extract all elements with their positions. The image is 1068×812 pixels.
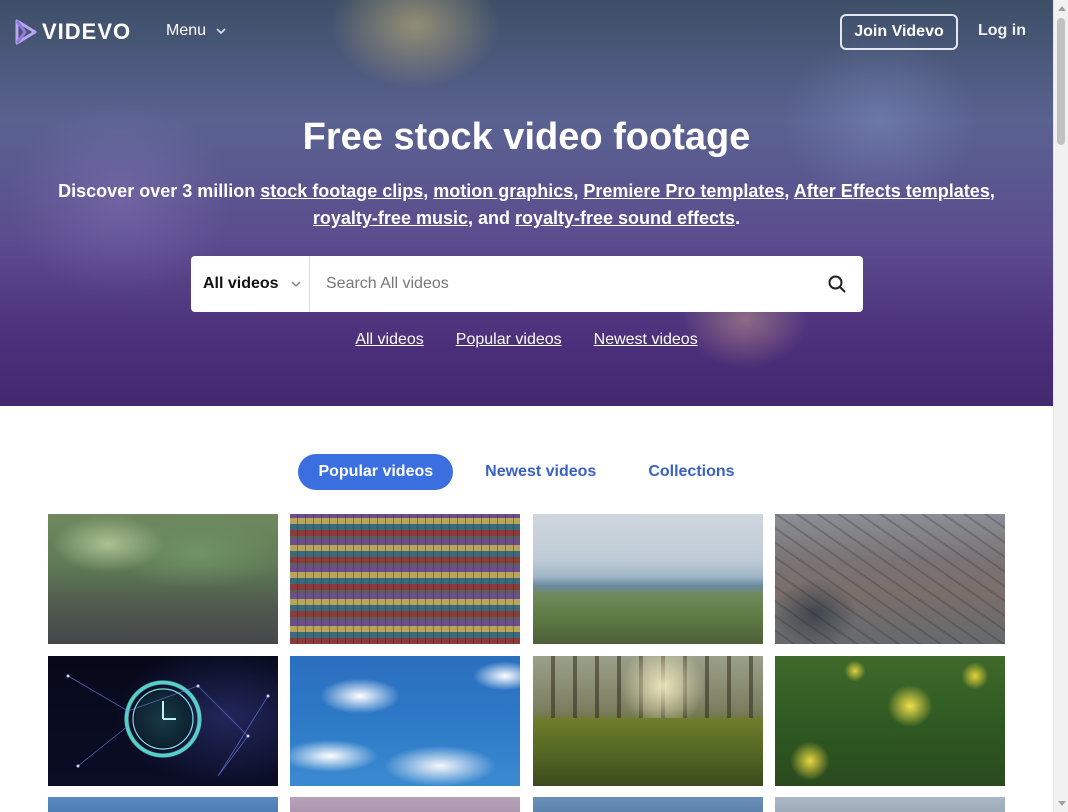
period: . — [735, 208, 741, 228]
sound-effects-link[interactable]: royalty-free sound effects — [515, 208, 735, 228]
clock-icon — [66, 674, 270, 777]
quick-link-all-videos[interactable]: All videos — [355, 331, 423, 349]
quick-links: All videos Popular videos Newest videos — [0, 331, 1053, 349]
search-category-value: All videos — [203, 275, 279, 292]
video-thumbnail-city-aerial[interactable] — [775, 514, 1005, 644]
video-thumbnail-coastline[interactable] — [533, 514, 763, 644]
separator-and: , and — [467, 208, 515, 228]
video-thumbnail-clock[interactable] — [48, 656, 278, 786]
hero-subtitle: Discover over 3 million stock footage cl… — [30, 178, 1023, 232]
royalty-free-music-link[interactable]: royalty-free music — [313, 208, 468, 228]
separator: , — [784, 181, 794, 201]
tab-newest-videos[interactable]: Newest videos — [465, 454, 616, 490]
search-bar: All videos — [191, 256, 863, 312]
page: VIDEVO Menu Join Videvo Log in Free stoc… — [0, 0, 1053, 812]
video-tabs: Popular videos Newest videos Collections — [0, 454, 1053, 490]
hero-title: Free stock video footage — [302, 116, 751, 158]
logo-text: VIDEVO — [42, 19, 132, 44]
menu-label: Menu — [166, 22, 207, 39]
video-thumbnail-containers[interactable] — [290, 514, 520, 644]
video-thumbnail-row3-1[interactable] — [48, 797, 278, 812]
search-category-select[interactable]: All videos — [191, 256, 310, 312]
grass-layer — [533, 718, 763, 786]
video-thumbnail-rain-forest[interactable] — [48, 514, 278, 644]
scroll-down-arrow-icon[interactable] — [1058, 801, 1066, 806]
search-icon — [828, 275, 846, 293]
video-thumbnail-sky-clouds[interactable] — [290, 656, 520, 786]
video-thumbnail-row3-4[interactable] — [775, 797, 1005, 812]
logo[interactable]: VIDEVO — [15, 19, 131, 45]
quick-link-newest-videos[interactable]: Newest videos — [594, 331, 698, 349]
top-nav: VIDEVO Menu Join Videvo Log in — [0, 0, 1053, 64]
stock-footage-link[interactable]: stock footage clips — [260, 181, 423, 201]
search-input[interactable] — [310, 256, 811, 312]
video-thumbnail-forest-grass[interactable] — [533, 656, 763, 786]
scroll-up-arrow-icon[interactable] — [1058, 6, 1066, 11]
videvo-play-logo-icon — [15, 19, 37, 45]
motion-graphics-link[interactable]: motion graphics — [433, 181, 573, 201]
after-effects-templates-link[interactable]: After Effects templates — [794, 181, 990, 201]
menu-button[interactable]: Menu — [166, 22, 226, 40]
video-thumbnail-row3-2[interactable] — [290, 797, 520, 812]
hero-sub-prefix: Discover over 3 million — [58, 181, 261, 201]
quick-link-popular-videos[interactable]: Popular videos — [456, 331, 562, 349]
premiere-templates-link[interactable]: Premiere Pro templates — [583, 181, 784, 201]
search-button[interactable] — [811, 256, 863, 312]
video-thumbnail-daffodils[interactable] — [775, 656, 1005, 786]
page-scrollbar[interactable] — [1053, 0, 1068, 812]
hero-banner: VIDEVO Menu Join Videvo Log in Free stoc… — [0, 0, 1053, 406]
scrollbar-thumb[interactable] — [1057, 18, 1065, 145]
login-link[interactable]: Log in — [978, 22, 1026, 40]
chevron-down-icon — [291, 280, 301, 287]
chevron-down-icon — [216, 28, 226, 35]
video-thumbnail-row3-3[interactable] — [533, 797, 763, 812]
separator: , — [989, 181, 995, 201]
tab-collections[interactable]: Collections — [628, 454, 754, 490]
tab-popular-videos[interactable]: Popular videos — [298, 454, 454, 490]
separator: , — [423, 181, 434, 201]
join-button[interactable]: Join Videvo — [840, 14, 958, 50]
separator: , — [573, 181, 584, 201]
